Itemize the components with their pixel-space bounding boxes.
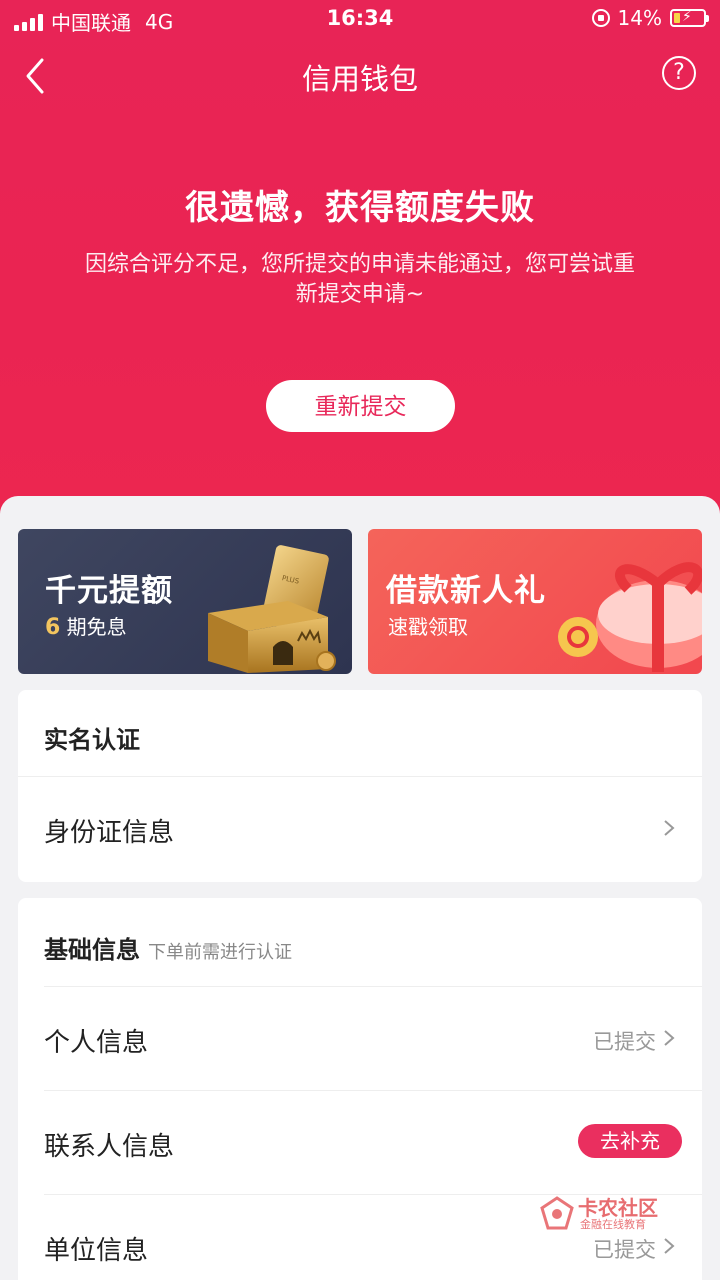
row-id-info[interactable]: 身份证信息 xyxy=(44,776,682,880)
hero-header: 中国联通 4G 16:34 14% ⚡ 信用钱包 ? 很遗憾，获得额度失败 因综… xyxy=(0,0,720,540)
chevron-right-icon xyxy=(664,820,675,836)
battery-percent: 14% xyxy=(617,6,662,30)
help-icon[interactable]: ? xyxy=(662,56,696,90)
banner-title: 千元提额 xyxy=(45,573,173,609)
banner-title: 借款新人礼 xyxy=(386,573,546,609)
chevron-right-icon xyxy=(664,1238,675,1254)
watermark: 卡农社区 金融在线教育 xyxy=(540,1192,670,1236)
battery-icon: ⚡ xyxy=(670,9,709,27)
realname-header: 实名认证 xyxy=(44,726,140,754)
watermark-logo-icon xyxy=(540,1196,574,1230)
status-submitted: 已提交 xyxy=(593,1030,656,1054)
supplement-button[interactable]: 去补充 xyxy=(578,1124,682,1158)
row-personal-info[interactable]: 个人信息 已提交 xyxy=(44,986,682,1090)
result-title: 很遗憾，获得额度失败 xyxy=(185,188,535,228)
status-bar: 中国联通 4G 16:34 14% ⚡ xyxy=(0,0,720,40)
nav-bar: 信用钱包 ? xyxy=(0,40,720,110)
status-submitted: 已提交 xyxy=(593,1238,656,1262)
row-label: 身份证信息 xyxy=(44,818,175,848)
row-label: 联系人信息 xyxy=(44,1132,175,1162)
resubmit-button[interactable]: 重新提交 xyxy=(266,380,455,432)
banner-subtitle: 6 期免息 xyxy=(45,615,127,640)
result-description: 因综合评分不足，您所提交的申请未能通过，您可尝试重新提交申请~ xyxy=(84,252,635,307)
page-title: 信用钱包 xyxy=(301,62,418,96)
realname-card: 实名认证 身份证信息 xyxy=(18,690,702,882)
rotation-lock-icon xyxy=(591,9,610,27)
watermark-subtitle: 金融在线教育 xyxy=(580,1218,646,1231)
banner-newcomer-gift[interactable]: 借款新人礼 速戳领取 xyxy=(368,529,702,674)
basic-subheader: 下单前需进行认证 xyxy=(148,942,292,963)
basic-header: 基础信息 下单前需进行认证 xyxy=(44,936,292,964)
gift-box-icon xyxy=(558,562,702,672)
chevron-right-icon xyxy=(664,1030,675,1046)
banner-subtitle: 速戳领取 xyxy=(388,615,468,639)
banner-limit-increase[interactable]: 千元提额 6 期免息 PLUS xyxy=(18,529,352,674)
row-label: 个人信息 xyxy=(44,1028,149,1058)
row-contact-info[interactable]: 联系人信息 去补充 xyxy=(44,1090,682,1194)
gold-box-icon: PLUS xyxy=(208,545,336,673)
row-label: 单位信息 xyxy=(44,1236,149,1266)
